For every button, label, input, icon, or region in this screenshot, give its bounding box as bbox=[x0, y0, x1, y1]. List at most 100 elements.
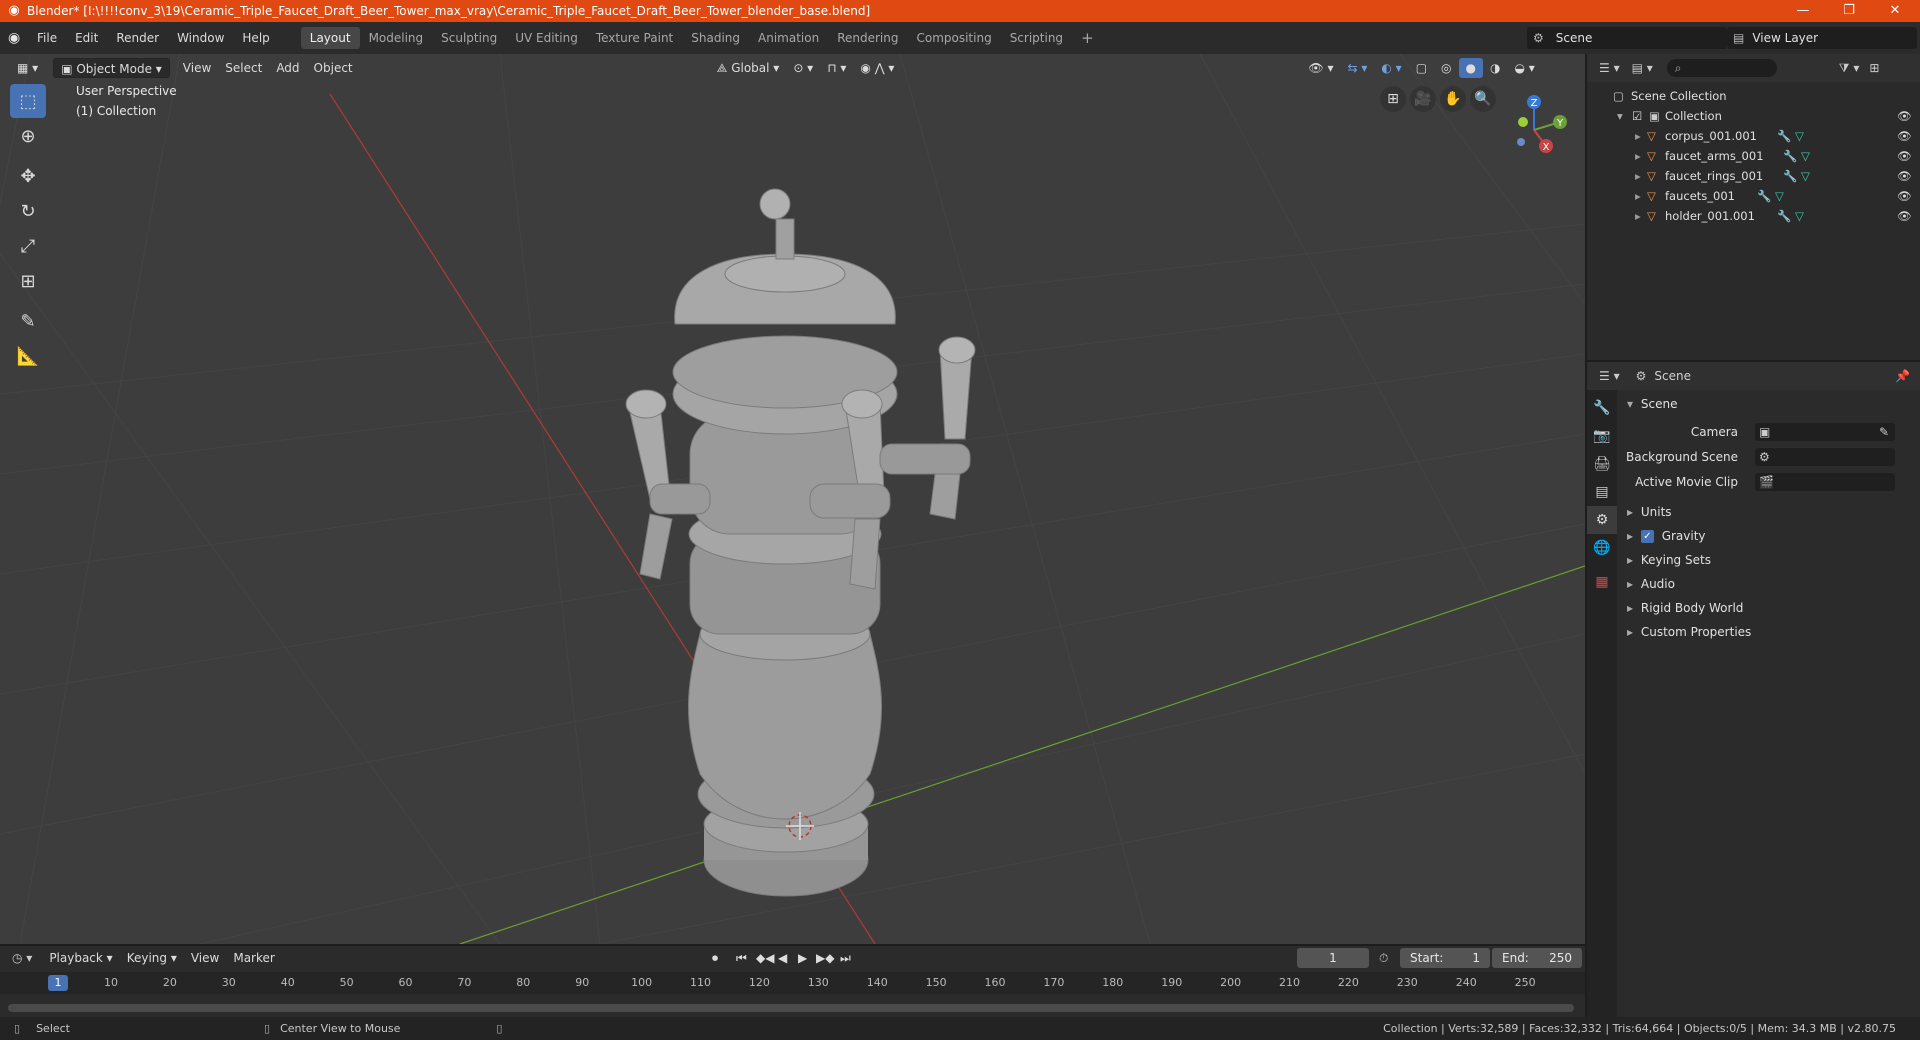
menu-window[interactable]: Window bbox=[168, 22, 233, 54]
measure-tool-icon[interactable]: 📐 bbox=[10, 339, 46, 373]
tab-modeling[interactable]: Modeling bbox=[360, 27, 433, 49]
eyedropper-icon[interactable]: ✎ bbox=[1879, 420, 1889, 444]
start-frame-field[interactable]: Start: 1 bbox=[1400, 948, 1490, 968]
timeline-scrollbar[interactable] bbox=[8, 1004, 1574, 1012]
filter-icon[interactable]: ⧩ ▾ bbox=[1839, 61, 1860, 76]
shading-rendered-icon[interactable]: ◒ ▾ bbox=[1507, 58, 1541, 78]
units-panel[interactable]: ▸ Units bbox=[1617, 500, 1920, 524]
object-visibility-icon[interactable]: 👁 bbox=[1897, 166, 1912, 186]
background-scene-field[interactable] bbox=[1755, 448, 1895, 466]
audio-panel[interactable]: ▸ Audio bbox=[1617, 572, 1920, 596]
outliner-object-row[interactable]: ▸ ▽ faucets_001 🔧 ▽ 👁 bbox=[1587, 186, 1920, 206]
new-collection-icon[interactable]: ⊞ bbox=[1869, 61, 1879, 75]
scene-section-header[interactable]: ▾ Scene bbox=[1617, 392, 1920, 416]
menu-file[interactable]: File bbox=[28, 22, 66, 54]
tool-tab-icon[interactable]: 🔧 bbox=[1587, 394, 1617, 422]
tab-texture-paint[interactable]: Texture Paint bbox=[587, 27, 682, 49]
object-visibility-icon[interactable]: 👁 bbox=[1897, 126, 1912, 146]
rigid-body-world-panel[interactable]: ▸ Rigid Body World bbox=[1617, 596, 1920, 620]
keying-sets-panel[interactable]: ▸ Keying Sets bbox=[1617, 548, 1920, 572]
toggle-ortho-icon[interactable]: ⊞ bbox=[1380, 86, 1406, 112]
timeline-menu-marker[interactable]: Marker bbox=[226, 948, 281, 968]
timeline-menu-keying[interactable]: Keying ▾ bbox=[120, 948, 184, 968]
outliner-search-input[interactable]: ⌕ bbox=[1666, 59, 1777, 77]
close-button[interactable]: ✕ bbox=[1872, 0, 1918, 22]
collection-row[interactable]: ▾ ☑ ▣ Collection 👁 bbox=[1587, 106, 1920, 126]
camera-view-icon[interactable]: 🎥 bbox=[1410, 86, 1436, 112]
collection-visibility-icon[interactable]: 👁 bbox=[1897, 106, 1912, 126]
gizmo-toggle-icon[interactable]: ⇆ ▾ bbox=[1340, 58, 1374, 78]
annotate-tool-icon[interactable]: ✎ bbox=[10, 304, 46, 338]
render-tab-icon[interactable]: 📷 bbox=[1587, 422, 1617, 450]
outliner-object-row[interactable]: ▸ ▽ holder_001.001 🔧 ▽ 👁 bbox=[1587, 206, 1920, 226]
mode-selector[interactable]: ▣ Object Mode ▾ bbox=[53, 58, 170, 78]
texture-tab-icon[interactable]: ▦ bbox=[1587, 568, 1617, 596]
collection-expand-icon[interactable]: ▾ bbox=[1617, 106, 1623, 126]
navigation-gizmo[interactable]: Z Y X bbox=[1490, 84, 1580, 174]
pin-icon[interactable]: 📌 bbox=[1895, 369, 1910, 383]
scale-tool-icon[interactable]: ⤢ bbox=[10, 229, 46, 263]
play-reverse-icon[interactable]: ◀ bbox=[778, 951, 787, 965]
jump-end-icon[interactable]: ⏭ bbox=[840, 951, 851, 966]
timeline-menu-playback[interactable]: Playback ▾ bbox=[42, 948, 119, 968]
current-frame-field[interactable]: 1 bbox=[1297, 948, 1369, 968]
pan-view-icon[interactable]: ✋ bbox=[1440, 86, 1466, 112]
minimize-button[interactable]: — bbox=[1780, 0, 1826, 22]
3d-viewport[interactable]: ▦ ▾ ▣ Object Mode ▾ View Select Add Obje… bbox=[0, 54, 1585, 944]
add-workspace-button[interactable]: + bbox=[1072, 27, 1103, 49]
overlay-toggle-icon[interactable]: ◐ ▾ bbox=[1374, 58, 1408, 78]
outliner-object-row[interactable]: ▸ ▽ corpus_001.001 🔧 ▽ 👁 bbox=[1587, 126, 1920, 146]
pivot-icon[interactable]: ⊙ ▾ bbox=[786, 58, 820, 78]
custom-properties-panel[interactable]: ▸ Custom Properties bbox=[1617, 620, 1920, 644]
orientation-selector[interactable]: ⟁ Global ▾ bbox=[710, 58, 787, 78]
object-expand-icon[interactable]: ▸ bbox=[1635, 146, 1641, 166]
proportional-edit-icon[interactable]: ◉ ⋀ ▾ bbox=[853, 58, 901, 78]
gravity-panel[interactable]: ▸ ✓ Gravity bbox=[1617, 524, 1920, 548]
tab-scripting[interactable]: Scripting bbox=[1001, 27, 1072, 49]
menu-help[interactable]: Help bbox=[233, 22, 278, 54]
menu-edit[interactable]: Edit bbox=[66, 22, 107, 54]
display-mode-icon[interactable]: ▤ ▾ bbox=[1632, 61, 1653, 75]
transform-tool-icon[interactable]: ⊞ bbox=[10, 264, 46, 298]
properties-editor-icon[interactable]: ☰ ▾ bbox=[1599, 369, 1620, 383]
timeline-menu-view[interactable]: View bbox=[184, 948, 226, 968]
play-icon[interactable]: ▶ bbox=[798, 951, 807, 965]
visibility-icon[interactable]: 👁 ▾ bbox=[1301, 58, 1340, 78]
end-frame-field[interactable]: End: 250 bbox=[1492, 948, 1582, 968]
prev-keyframe-icon[interactable]: ◆◀ bbox=[756, 951, 774, 965]
viewport-menu-object[interactable]: Object bbox=[307, 58, 360, 78]
viewport-menu-add[interactable]: Add bbox=[269, 58, 306, 78]
editor-type-icon[interactable]: ▦ ▾ bbox=[10, 58, 45, 78]
camera-field[interactable] bbox=[1755, 423, 1895, 441]
gravity-checkbox[interactable]: ✓ bbox=[1640, 530, 1654, 543]
tab-rendering[interactable]: Rendering bbox=[828, 27, 907, 49]
tab-animation[interactable]: Animation bbox=[749, 27, 828, 49]
preview-range-icon[interactable]: ⏱ bbox=[1379, 951, 1388, 966]
timeline-editor-icon[interactable]: ◷ ▾ bbox=[12, 951, 32, 965]
next-keyframe-icon[interactable]: ▶◆ bbox=[816, 951, 834, 965]
xray-icon[interactable]: ▢ bbox=[1409, 58, 1434, 78]
output-tab-icon[interactable]: 🖨 bbox=[1587, 450, 1617, 478]
snap-icon[interactable]: ⊓ ▾ bbox=[820, 58, 853, 78]
shading-solid-icon[interactable]: ● bbox=[1458, 58, 1483, 78]
shading-material-icon[interactable]: ◑ bbox=[1483, 58, 1507, 78]
outliner-object-row[interactable]: ▸ ▽ faucet_arms_001 🔧 ▽ 👁 bbox=[1587, 146, 1920, 166]
outliner-editor-icon[interactable]: ☰ ▾ bbox=[1599, 61, 1620, 75]
object-expand-icon[interactable]: ▸ bbox=[1635, 186, 1641, 206]
menu-render[interactable]: Render bbox=[107, 22, 168, 54]
object-expand-icon[interactable]: ▸ bbox=[1635, 206, 1641, 226]
move-tool-icon[interactable]: ✥ bbox=[10, 159, 46, 193]
active-movie-clip-field[interactable] bbox=[1755, 473, 1895, 491]
tab-compositing[interactable]: Compositing bbox=[907, 27, 1000, 49]
view-layer-selector[interactable]: ▤ View Layer bbox=[1727, 27, 1917, 49]
record-icon[interactable]: ⏺ bbox=[712, 951, 718, 966]
view-layer-tab-icon[interactable]: ▤ bbox=[1587, 478, 1617, 506]
scene-selector[interactable]: ⚙ Scene bbox=[1527, 27, 1727, 49]
object-expand-icon[interactable]: ▸ bbox=[1635, 126, 1641, 146]
jump-start-icon[interactable]: ⏮ bbox=[736, 951, 747, 966]
scene-tab-icon[interactable]: ⚙ bbox=[1587, 506, 1617, 534]
outliner-object-row[interactable]: ▸ ▽ faucet_rings_001 🔧 ▽ 👁 bbox=[1587, 166, 1920, 186]
restore-button[interactable]: ❐ bbox=[1826, 0, 1872, 22]
blender-menu-icon[interactable]: ◉ bbox=[8, 30, 28, 46]
cursor-tool-icon[interactable]: ⊕ bbox=[10, 119, 46, 153]
